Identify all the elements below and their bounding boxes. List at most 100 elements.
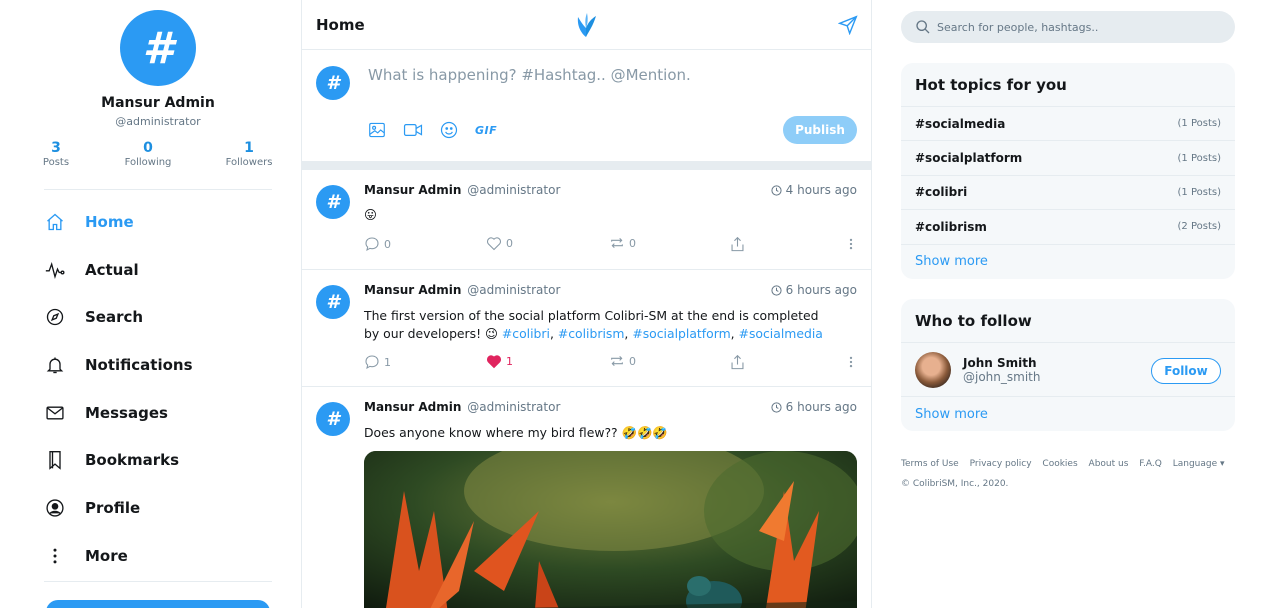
- topic-count: (1 Posts): [1177, 186, 1221, 198]
- more-vertical-icon: [849, 356, 853, 368]
- who-to-follow-card: Who to follow John Smith @john_smith Fol…: [901, 299, 1235, 431]
- post-author[interactable]: Mansur Admin @administrator: [364, 283, 560, 297]
- share-icon: [731, 236, 744, 252]
- topic-count: (1 Posts): [1177, 118, 1221, 130]
- bird-logo-icon[interactable]: [574, 11, 598, 43]
- profile-name[interactable]: Mansur Admin: [0, 95, 316, 111]
- avatar[interactable]: [915, 351, 951, 388]
- search-icon: [916, 20, 930, 34]
- post-menu-button[interactable]: [844, 354, 858, 370]
- gif-button[interactable]: GIF: [475, 124, 497, 137]
- hashtag-link[interactable]: #colibrism: [558, 326, 625, 341]
- post-author[interactable]: Mansur Admin @administrator: [364, 400, 560, 414]
- post-item[interactable]: # Mansur Admin @administrator 6 hours ag…: [302, 387, 871, 608]
- more-vertical-icon: [849, 238, 853, 250]
- topic-count: (1 Posts): [1177, 152, 1221, 164]
- send-icon[interactable]: [837, 15, 858, 39]
- post-author[interactable]: Mansur Admin @administrator: [364, 183, 560, 197]
- heart-icon: [486, 237, 502, 251]
- nav-item-actual[interactable]: Actual: [44, 246, 274, 294]
- hashtag-link[interactable]: #socialplatform: [632, 326, 730, 341]
- post-avatar[interactable]: #: [316, 285, 350, 319]
- compose-box: # What is happening? #Hashtag.. @Mention…: [302, 51, 871, 161]
- post-menu-button[interactable]: [844, 236, 858, 252]
- post-button[interactable]: [46, 600, 270, 608]
- left-sidebar: # Mansur Admin @administrator 3 Posts 0 …: [0, 0, 302, 608]
- reply-button[interactable]: 0: [364, 236, 391, 252]
- footer-link-privacy[interactable]: Privacy policy: [970, 459, 1032, 469]
- topic-tag: #socialmedia: [915, 116, 1006, 131]
- follow-button[interactable]: Follow: [1151, 358, 1221, 384]
- stat-posts-label: Posts: [42, 157, 70, 168]
- page-title: Home: [316, 16, 365, 34]
- clock-icon: [771, 401, 782, 413]
- footer-link-terms[interactable]: Terms of Use: [901, 459, 959, 469]
- publish-button[interactable]: Publish: [783, 116, 857, 144]
- post-item[interactable]: # Mansur Admin @administrator 6 hours ag…: [302, 270, 871, 387]
- nav-label-profile: Profile: [85, 498, 141, 517]
- nav-item-bookmarks[interactable]: Bookmarks: [44, 436, 274, 484]
- search-box[interactable]: [901, 11, 1235, 43]
- topics-show-more-link[interactable]: Show more: [901, 245, 1235, 279]
- hashtag-link[interactable]: #colibri: [502, 326, 550, 341]
- stat-following-label: Following: [124, 157, 172, 168]
- nav-item-home[interactable]: Home: [44, 198, 274, 246]
- post-author-handle: @administrator: [467, 183, 561, 197]
- stat-followers[interactable]: 1 Followers: [222, 140, 276, 168]
- like-count: 0: [506, 237, 513, 250]
- post-time-text: 6 hours ago: [785, 283, 857, 297]
- post-item[interactable]: # Mansur Admin @administrator 4 hours ag…: [302, 170, 871, 270]
- compose-input[interactable]: What is happening? #Hashtag.. @Mention.: [368, 66, 691, 84]
- bookmark-icon: [44, 449, 66, 471]
- stat-posts[interactable]: 3 Posts: [36, 140, 76, 168]
- image-icon[interactable]: [368, 122, 386, 138]
- nav-label-messages: Messages: [85, 403, 168, 422]
- share-button[interactable]: [730, 236, 745, 253]
- language-dropdown[interactable]: Language ▾: [1173, 459, 1225, 469]
- like-button[interactable]: 1: [486, 354, 513, 369]
- nav-item-profile[interactable]: Profile: [44, 484, 274, 532]
- comment-icon: [365, 355, 379, 370]
- share-button[interactable]: [730, 354, 745, 371]
- post-actions: 1 1 0: [364, 354, 858, 374]
- post-author-name: Mansur Admin: [364, 183, 462, 197]
- nav-item-more[interactable]: More: [44, 532, 274, 580]
- nav-item-messages[interactable]: Messages: [44, 389, 274, 437]
- hot-topics-card: Hot topics for you #socialmedia (1 Posts…: [901, 63, 1235, 279]
- footer-link-about[interactable]: About us: [1089, 459, 1129, 469]
- topic-item[interactable]: #socialmedia (1 Posts): [901, 107, 1235, 142]
- post-image[interactable]: [364, 451, 857, 608]
- follow-show-more-link[interactable]: Show more: [901, 397, 1235, 431]
- post-avatar[interactable]: #: [316, 185, 350, 219]
- footer-links: Terms of Use Privacy policy Cookies Abou…: [901, 459, 1235, 469]
- emoji-icon[interactable]: [440, 121, 458, 139]
- repost-count: 0: [629, 236, 636, 250]
- video-icon[interactable]: [403, 123, 423, 137]
- topic-item[interactable]: #colibrism (2 Posts): [901, 210, 1235, 245]
- reply-button[interactable]: 1: [364, 354, 391, 370]
- repost-button[interactable]: 0: [609, 236, 636, 250]
- like-button[interactable]: 0: [486, 236, 513, 251]
- topic-item[interactable]: #socialplatform (1 Posts): [901, 141, 1235, 176]
- follow-suggestion[interactable]: John Smith @john_smith Follow: [901, 343, 1235, 397]
- nav-item-search[interactable]: Search: [44, 293, 274, 341]
- repost-button[interactable]: 0: [609, 354, 636, 368]
- suggestion-name[interactable]: John Smith: [963, 356, 1040, 370]
- profile-divider: [44, 189, 272, 190]
- search-input[interactable]: [937, 20, 1217, 34]
- copyright: © ColibriSM, Inc., 2020.: [901, 479, 1009, 489]
- hashtag-link[interactable]: #socialmedia: [739, 326, 823, 341]
- nav-item-notifications[interactable]: Notifications: [44, 341, 274, 389]
- who-to-follow-title: Who to follow: [901, 299, 1235, 343]
- stat-followers-count: 1: [244, 140, 254, 156]
- topic-tag: #socialplatform: [915, 151, 1023, 166]
- footer-link-faq[interactable]: F.A.Q: [1139, 459, 1162, 469]
- profile-avatar[interactable]: #: [120, 10, 196, 86]
- nav-label-search: Search: [85, 308, 144, 327]
- stat-posts-count: 3: [51, 140, 61, 156]
- topic-item[interactable]: #colibri (1 Posts): [901, 176, 1235, 211]
- footer-link-cookies[interactable]: Cookies: [1042, 459, 1077, 469]
- post-avatar[interactable]: #: [316, 402, 350, 436]
- compose-toolbar: GIF: [368, 121, 514, 139]
- stat-following[interactable]: 0 Following: [118, 140, 178, 168]
